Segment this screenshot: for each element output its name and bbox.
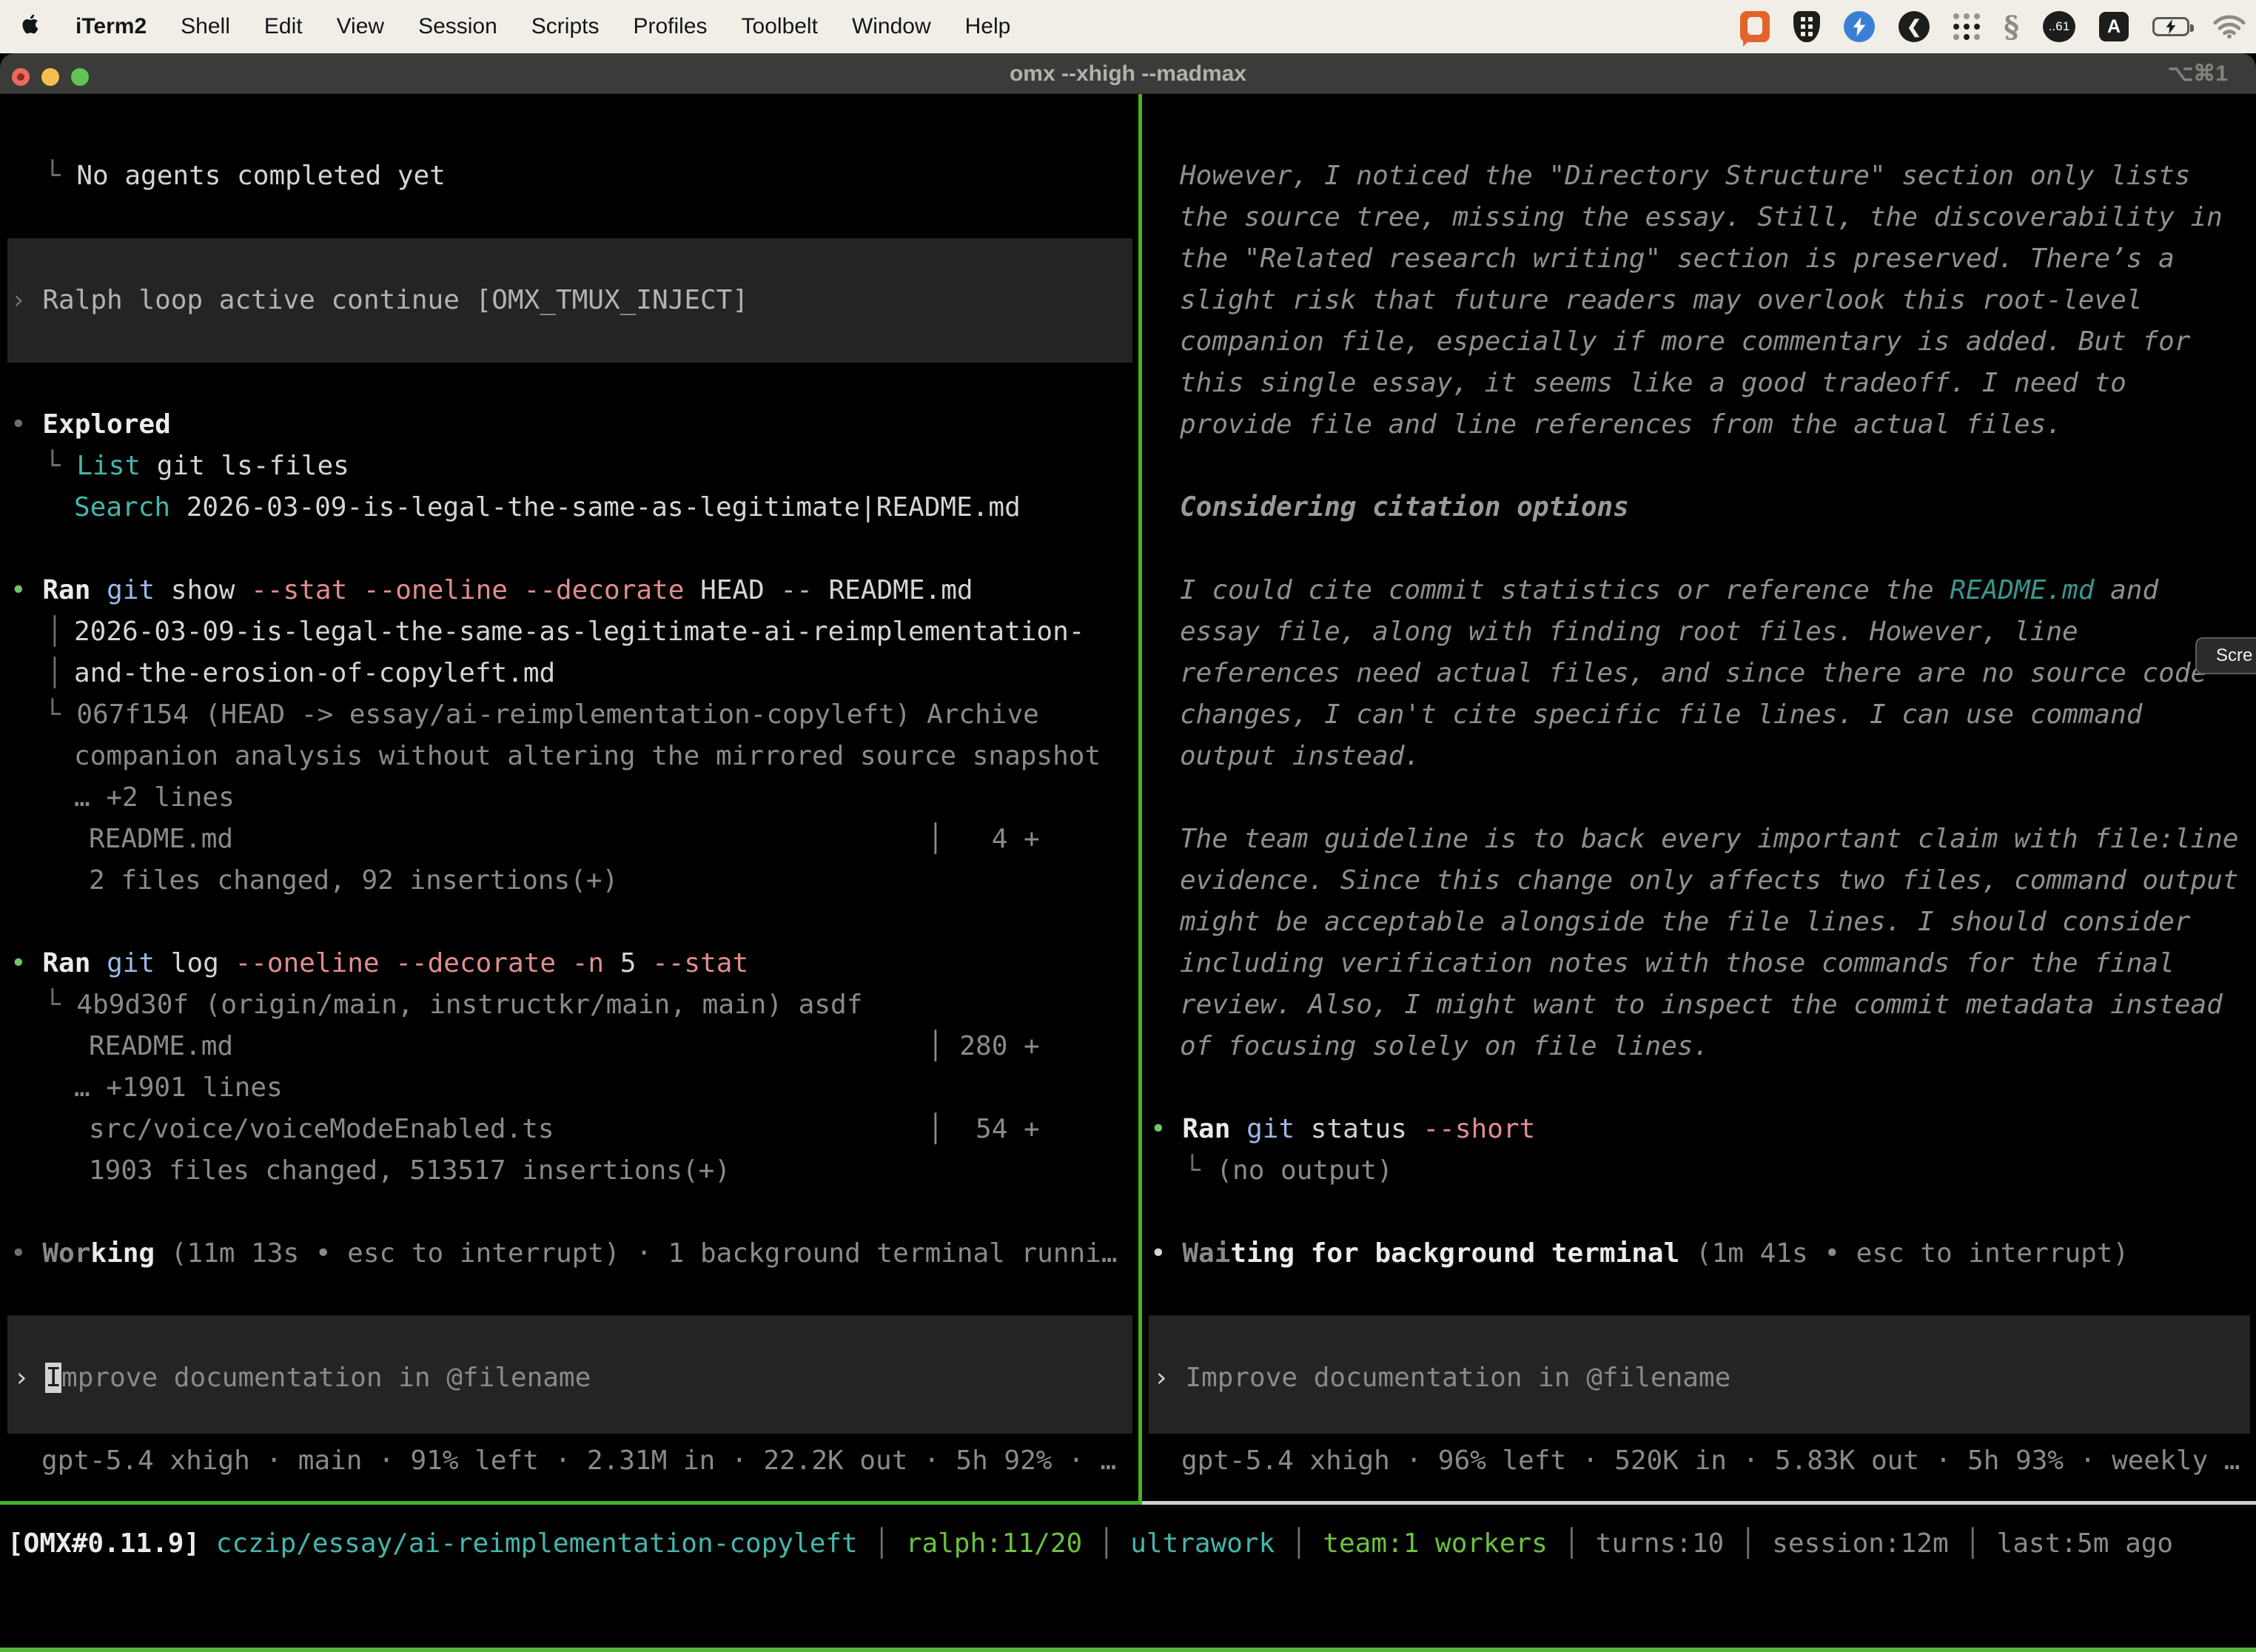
terminal-line: The team guideline is to back every impo… — [1180, 819, 2238, 860]
terminal-line: • Working (11m 13s • esc to interrupt) ·… — [10, 1233, 1118, 1275]
menu-bar: iTerm2 Shell Edit View Session Scripts P… — [0, 0, 2256, 53]
terminal-line: companion analysis without altering the … — [74, 736, 1101, 777]
terminal-line: › Ralph loop active continue [OMX_TMUX_I… — [10, 280, 748, 321]
terminal-line: of focusing solely on file lines. — [1180, 1026, 1709, 1067]
squiggle-icon[interactable]: § — [2004, 10, 2019, 44]
terminal-line: │ — [47, 653, 63, 694]
terminal-line: I could cite commit statistics or refere… — [1180, 570, 2158, 611]
terminal-line: README.md — [89, 819, 233, 860]
terminal-line: and-the-erosion-of-copyleft.md — [74, 653, 555, 694]
terminal-line: • Ran git show --stat --oneline --decora… — [10, 570, 973, 611]
terminal-line: essay file, along with finding root file… — [1180, 611, 2078, 653]
apple-icon — [22, 13, 41, 41]
terminal-line: Considering citation options — [1180, 487, 1629, 528]
terminal-line: └ 4b9d30f (origin/main, instructkr/main,… — [44, 984, 862, 1026]
terminal-line: src/voice/voiceModeEnabled.ts — [89, 1109, 554, 1150]
pane-bottom-border-left — [0, 1501, 1142, 1505]
terminal-line: the source tree, missing the essay. Stil… — [1180, 197, 2223, 238]
menu-item-help[interactable]: Help — [965, 14, 1011, 39]
count-badge-icon[interactable]: ..61 — [2043, 11, 2075, 42]
menu-item-session[interactable]: Session — [418, 14, 497, 39]
terminal-line: │ 280 + — [927, 1026, 1040, 1067]
bolt-badge-icon[interactable] — [1844, 11, 1875, 42]
chat-app-icon[interactable] — [1740, 11, 1770, 42]
menu-item-scripts[interactable]: Scripts — [531, 14, 600, 39]
terminal-line: … +2 lines — [74, 777, 235, 819]
terminal-line: └ 067f154 (HEAD -> essay/ai-reimplementa… — [44, 694, 1039, 736]
wifi-icon[interactable] — [2213, 14, 2246, 39]
terminal-line: including verification notes with those … — [1180, 943, 2175, 984]
terminal-line: references need actual files, and since … — [1180, 653, 2206, 694]
pane-divider[interactable] — [1138, 94, 1142, 1501]
menu-item-profiles[interactable]: Profiles — [633, 14, 707, 39]
terminal-content: └ No agents completed yet › Ralph loop ac… — [0, 94, 2256, 1652]
omx-status-line: [OMX#0.11.9] cczip/essay/ai-reimplementa… — [7, 1523, 2173, 1565]
terminal-line: │ — [47, 611, 63, 653]
pane-bottom-border-right — [1142, 1501, 2256, 1505]
terminal-line: … +1901 lines — [74, 1067, 283, 1109]
terminal-line: might be acceptable alongside the file l… — [1180, 901, 2190, 943]
terminal-line: 2 files changed, 92 insertions(+) — [89, 860, 618, 901]
apple-menu[interactable] — [22, 13, 41, 41]
terminal-line: • Ran git log --oneline --decorate -n 5 … — [10, 943, 748, 984]
terminal-line: › Improve documentation in @filename — [13, 1357, 591, 1399]
terminal-line: │ 4 + — [927, 819, 1040, 860]
terminal-line: Search 2026-03-09-is-legal-the-same-as-l… — [74, 487, 1021, 528]
tmux-status-bar: [omx-cczip0:bash* "MacBook-Pro-44.local"… — [0, 1648, 2256, 1652]
terminal-line: 2026-03-09-is-legal-the-same-as-legitima… — [74, 611, 1084, 653]
crescent-app-icon[interactable]: ❮ — [1899, 11, 1930, 42]
terminal-line: • Waiting for background terminal (1m 41… — [1150, 1233, 2129, 1275]
window-shortcut-hint: ⌥⌘1 — [2168, 53, 2228, 94]
window-title-bar[interactable]: omx --xhigh --madmax ⌥⌘1 — [0, 53, 2256, 94]
keyboard-layout-icon[interactable]: A — [2099, 12, 2129, 41]
terminal-line: README.md — [89, 1026, 233, 1067]
terminal-line: review. Also, I might want to inspect th… — [1180, 984, 2223, 1026]
terminal-line: └ List git ls-files — [44, 446, 349, 487]
iterm-window: omx --xhigh --madmax ⌥⌘1 └ No agents com… — [0, 53, 2256, 1652]
shield-icon[interactable] — [1793, 11, 1820, 42]
terminal-line: gpt-5.4 xhigh · main · 91% left · 2.31M … — [41, 1440, 1116, 1482]
terminal-line: • Explored — [10, 404, 171, 446]
terminal-line: › Improve documentation in @filename — [1153, 1357, 1730, 1399]
menu-status-icons: ❮ § ..61 A — [1740, 0, 2246, 53]
grid-menu-icon[interactable] — [1953, 13, 1980, 40]
terminal-line: • Ran git status --short — [1150, 1109, 1535, 1150]
terminal-line: └ (no output) — [1184, 1150, 1393, 1192]
terminal-line: slight risk that future readers may over… — [1180, 280, 2142, 321]
terminal-line: evidence. Since this change only affects… — [1180, 860, 2238, 901]
terminal-line: └ No agents completed yet — [44, 155, 446, 197]
battery-icon[interactable] — [2152, 17, 2189, 36]
terminal-line: However, I noticed the "Directory Struct… — [1180, 155, 2190, 197]
screen-overlay-button[interactable]: Scre — [2195, 637, 2256, 674]
menu-item-window[interactable]: Window — [852, 14, 931, 39]
terminal-line: output instead. — [1180, 736, 1420, 777]
terminal-line: provide file and line references from th… — [1180, 404, 2062, 446]
terminal-line: this single essay, it seems like a good … — [1180, 363, 2126, 404]
menu-item-view[interactable]: View — [337, 14, 384, 39]
terminal-line: changes, I can't cite specific file line… — [1180, 694, 2142, 736]
terminal-line: │ 54 + — [927, 1109, 1040, 1150]
menu-item-shell[interactable]: Shell — [181, 14, 230, 39]
terminal-line: gpt-5.4 xhigh · 96% left · 520K in · 5.8… — [1181, 1440, 2240, 1482]
terminal-line: the "Related research writing" section i… — [1180, 238, 2175, 280]
terminal-line: 1903 files changed, 513517 insertions(+) — [89, 1150, 731, 1192]
terminal-line: companion file, especially if more comme… — [1180, 321, 2190, 363]
menu-item-edit[interactable]: Edit — [264, 14, 303, 39]
window-title: omx --xhigh --madmax — [0, 53, 2256, 94]
menu-item-iterm2[interactable]: iTerm2 — [75, 14, 147, 39]
menu-item-toolbelt[interactable]: Toolbelt — [742, 14, 818, 39]
